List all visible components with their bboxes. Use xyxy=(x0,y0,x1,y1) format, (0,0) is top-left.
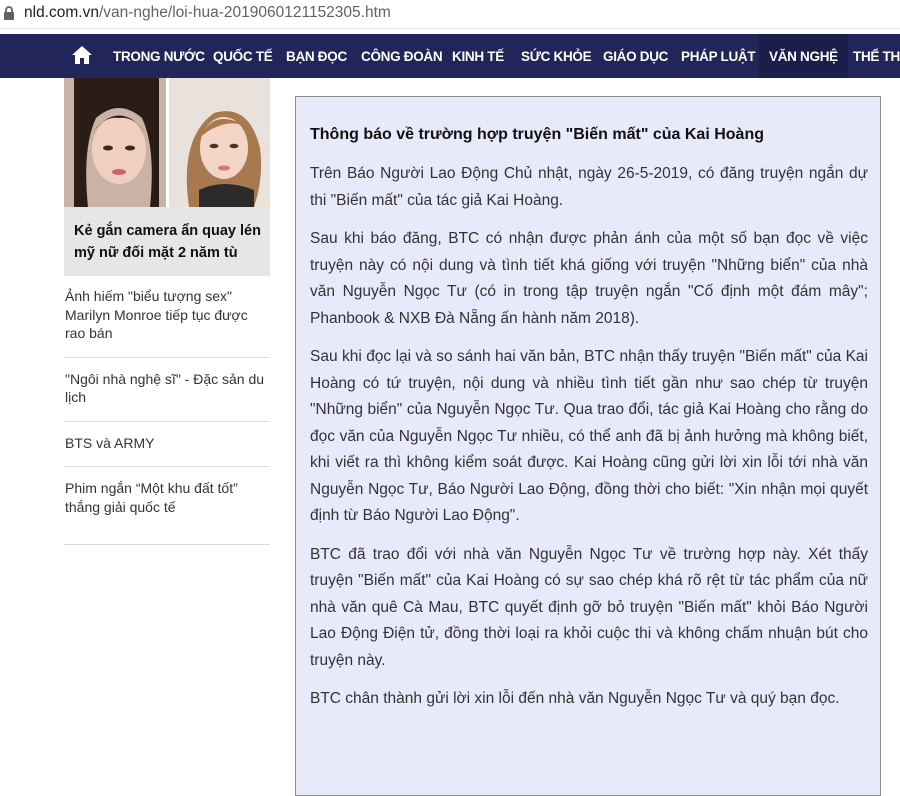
notice-box: Thông báo về trường hợp truyện "Biến mất… xyxy=(295,96,881,796)
home-icon[interactable] xyxy=(71,45,93,65)
list-item[interactable]: Phim ngắn “Một khu đất tốt” thắng giải q… xyxy=(64,467,270,545)
notice-paragraph: BTC chân thành gửi lời xin lỗi đến nhà v… xyxy=(310,690,840,707)
featured-photo xyxy=(64,78,270,207)
url-text[interactable]: nld.com.vn/van-nghe/loi-hua-201906012115… xyxy=(24,4,391,22)
related-list: Ảnh hiếm "biểu tượng sex" Marilyn Monroe… xyxy=(64,276,270,545)
url-host: nld.com.vn xyxy=(24,4,99,21)
list-item[interactable]: "Ngôi nhà nghệ sĩ" - Đặc sản du lịch xyxy=(64,358,270,422)
notice-paragraph: Trên Báo Người Lao Động Chủ nhật, ngày 2… xyxy=(310,165,868,209)
notice-paragraph: Sau khi báo đăng, BTC có nhận được phản … xyxy=(310,230,868,327)
nav-item-phap-luat[interactable]: PHÁP LUẬT xyxy=(681,34,756,78)
nav-item-van-nghe[interactable]: VĂN NGHỆ xyxy=(759,34,848,78)
nav-item-quoc-te[interactable]: QUỐC TẾ xyxy=(213,34,273,78)
nav-item-trong-nuoc[interactable]: TRONG NƯỚC xyxy=(113,34,205,78)
nav-item-kinh-te[interactable]: KINH TẾ xyxy=(452,34,504,78)
list-item[interactable]: Ảnh hiếm "biểu tượng sex" Marilyn Monroe… xyxy=(64,276,270,358)
featured-thumbnail[interactable] xyxy=(64,78,270,207)
sidebar: Kẻ gắn camera ẩn quay lén mỹ nữ đối mặt … xyxy=(64,78,270,545)
url-path: /van-nghe/loi-hua-2019060121152305.htm xyxy=(98,4,391,21)
nav-item-giao-duc[interactable]: GIÁO DỤC xyxy=(603,34,668,78)
address-bar[interactable]: nld.com.vn/van-nghe/loi-hua-201906012115… xyxy=(0,0,900,29)
notice-paragraph: Sau khi đọc lại và so sánh hai văn bản, … xyxy=(310,348,868,524)
nav-item-suc-khoe[interactable]: SỨC KHỎE xyxy=(521,34,592,78)
nav-item-ban-doc[interactable]: BẠN ĐỌC xyxy=(286,34,347,78)
lock-icon xyxy=(4,6,14,20)
nav-item-the-thao[interactable]: THỂ THA xyxy=(853,34,900,78)
notice-title: Thông báo về trường hợp truyện "Biến mất… xyxy=(310,126,764,143)
featured-story[interactable]: Kẻ gắn camera ẩn quay lén mỹ nữ đối mặt … xyxy=(64,78,270,276)
main-nav: TRONG NƯỚC QUỐC TẾ BẠN ĐỌC CÔNG ĐOÀN KIN… xyxy=(0,34,900,78)
nav-item-cong-doan[interactable]: CÔNG ĐOÀN xyxy=(361,34,443,78)
notice-paragraph: BTC đã trao đổi với nhà văn Nguyễn Ngọc … xyxy=(310,545,868,669)
featured-title[interactable]: Kẻ gắn camera ẩn quay lén mỹ nữ đối mặt … xyxy=(64,207,270,276)
list-item[interactable]: BTS và ARMY xyxy=(64,422,270,467)
